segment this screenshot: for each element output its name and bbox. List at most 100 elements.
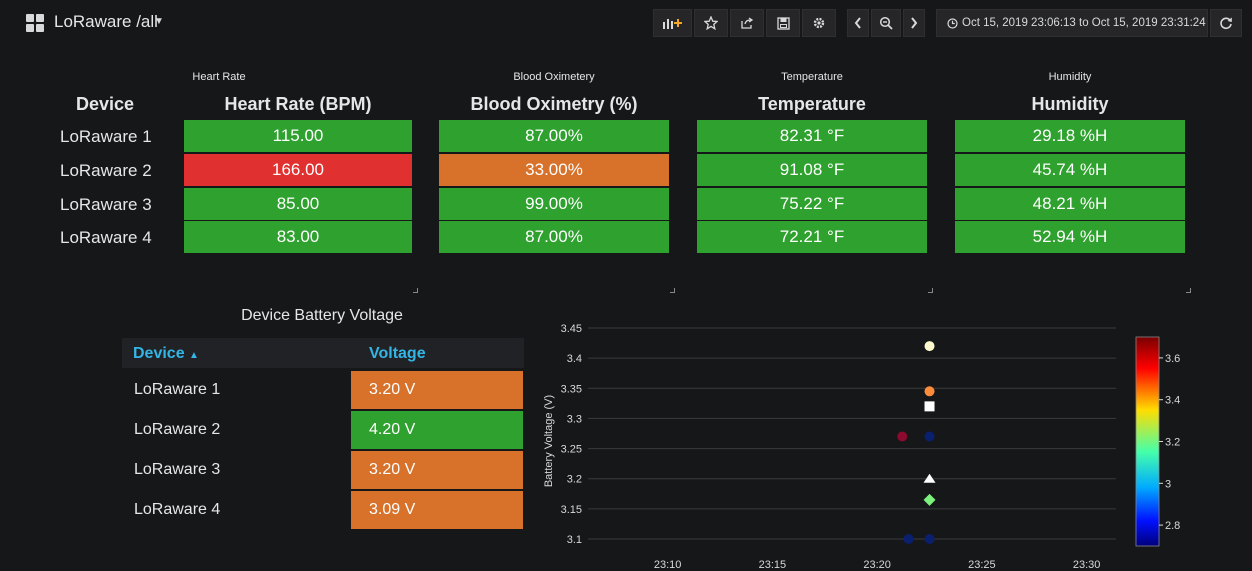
humidity-value: 45.74 %H bbox=[955, 154, 1185, 186]
panel-resize-handle[interactable] bbox=[928, 288, 933, 293]
temperature-value: 75.22 °F bbox=[697, 188, 927, 220]
settings-button[interactable] bbox=[802, 9, 836, 37]
battery-voltage-value: 3.20 V bbox=[351, 451, 523, 489]
star-button[interactable] bbox=[694, 9, 728, 37]
panel-title-blood-oximetery: Blood Oximetery bbox=[513, 71, 595, 83]
scatter-point[interactable] bbox=[924, 386, 935, 397]
zoom-out-icon bbox=[879, 16, 893, 30]
device-header-label: Device bbox=[133, 345, 185, 362]
y-tick-label: 3.2 bbox=[567, 474, 582, 486]
battery-panel-title: Device Battery Voltage bbox=[241, 307, 403, 324]
time-forward-button[interactable] bbox=[903, 9, 925, 37]
y-axis-label: Battery Voltage (V) bbox=[543, 395, 555, 487]
heart-rate-value: 85.00 bbox=[184, 188, 412, 220]
save-button[interactable] bbox=[766, 9, 800, 37]
scatter-point[interactable] bbox=[903, 534, 914, 544]
blood-oximetry-value: 87.00% bbox=[439, 120, 669, 152]
heart-rate-value: 115.00 bbox=[184, 120, 412, 152]
refresh-icon bbox=[1220, 17, 1232, 30]
panel-title-humidity: Humidity bbox=[1048, 71, 1092, 83]
heart-rate-value: 83.00 bbox=[184, 221, 412, 253]
temperature-value: 82.31 °F bbox=[697, 120, 927, 152]
sort-asc-icon: ▲ bbox=[189, 350, 199, 361]
humidity-column-header: Humidity bbox=[1031, 94, 1109, 114]
time-range-picker[interactable]: Oct 15, 2019 23:06:13 to Oct 15, 2019 23… bbox=[936, 9, 1208, 37]
humidity-value: 48.21 %H bbox=[955, 188, 1185, 220]
save-icon bbox=[776, 16, 790, 30]
scatter-point[interactable] bbox=[924, 341, 935, 352]
device-column-header: Device bbox=[75, 94, 135, 114]
battery-device-name: LoRaware 2 bbox=[134, 421, 221, 438]
humidity-value: 29.18 %H bbox=[955, 120, 1185, 152]
voltage-header[interactable]: Voltage bbox=[369, 345, 426, 363]
y-tick-label: 3.15 bbox=[561, 504, 582, 516]
top-navbar: LoRaware /all ▼ Oct 15, 2019 23:06:13 to… bbox=[0, 0, 1252, 46]
device-name: LoRaware 3 bbox=[60, 195, 152, 214]
device-sort-header[interactable]: Device ▲ bbox=[133, 345, 199, 363]
y-tick-label: 3.3 bbox=[567, 413, 582, 425]
share-icon bbox=[741, 17, 754, 29]
scatter-point[interactable] bbox=[923, 493, 936, 506]
chevron-down-icon[interactable]: ▼ bbox=[154, 16, 164, 27]
panel-resize-handle[interactable] bbox=[1186, 288, 1191, 293]
temperature-column-header: Temperature bbox=[758, 94, 866, 114]
add-panel-icon bbox=[662, 19, 682, 29]
x-tick-label: 23:30 bbox=[1073, 559, 1101, 571]
scatter-point[interactable] bbox=[924, 534, 935, 544]
battery-voltage-value: 3.20 V bbox=[351, 371, 523, 409]
device-name: LoRaware 1 bbox=[60, 127, 152, 146]
colorbar bbox=[1135, 336, 1160, 547]
battery-voltage-scatter-chart: 3.45 3.4 3.35 3.3 3.25 3.2 3.15 3.1 23:10 23:15 2… bbox=[543, 323, 1180, 571]
device-name: LoRaware 4 bbox=[60, 228, 152, 247]
colorbar-tick-label: 3.4 bbox=[1165, 395, 1180, 407]
battery-device-name: LoRaware 1 bbox=[134, 381, 221, 398]
scatter-point[interactable] bbox=[924, 401, 935, 412]
clock-icon bbox=[947, 17, 958, 29]
scatter-point[interactable] bbox=[924, 431, 935, 442]
y-tick-label: 3.4 bbox=[567, 353, 582, 365]
battery-device-name: LoRaware 3 bbox=[134, 461, 221, 478]
y-tick-label: 3.45 bbox=[561, 323, 582, 335]
temperature-value: 91.08 °F bbox=[697, 154, 927, 186]
panel-resize-handle[interactable] bbox=[413, 288, 418, 293]
scatter-point[interactable] bbox=[897, 431, 908, 442]
device-name: LoRaware 2 bbox=[60, 161, 152, 180]
gear-icon bbox=[813, 17, 825, 29]
chevron-left-icon bbox=[854, 17, 861, 29]
colorbar-tick-label: 2.8 bbox=[1165, 520, 1180, 532]
share-button[interactable] bbox=[730, 9, 764, 37]
heart-rate-value: 166.00 bbox=[184, 154, 412, 186]
dashboard-grid-icon[interactable] bbox=[26, 14, 44, 32]
y-tick-label: 3.35 bbox=[561, 383, 582, 395]
x-tick-label: 23:10 bbox=[654, 559, 682, 571]
colorbar-tick-label: 3.2 bbox=[1165, 437, 1180, 449]
time-back-button[interactable] bbox=[847, 9, 869, 37]
battery-voltage-value: 3.09 V bbox=[351, 491, 523, 529]
colorbar-tick-label: 3 bbox=[1165, 478, 1171, 490]
blood-oximetry-value: 87.00% bbox=[439, 221, 669, 253]
colorbar-tick-label: 3.6 bbox=[1165, 353, 1180, 365]
dashboard-title[interactable]: LoRaware /all bbox=[54, 12, 158, 32]
star-icon bbox=[704, 16, 718, 30]
panel-title-temperature: Temperature bbox=[781, 71, 843, 83]
blood-oximetry-value: 33.00% bbox=[439, 154, 669, 186]
panel-resize-handle[interactable] bbox=[670, 288, 675, 293]
x-tick-label: 23:25 bbox=[968, 559, 996, 571]
y-tick-label: 3.25 bbox=[561, 444, 582, 456]
temperature-value: 72.21 °F bbox=[697, 221, 927, 253]
heart-rate-column-header: Heart Rate (BPM) bbox=[224, 94, 372, 114]
chevron-right-icon bbox=[911, 17, 918, 29]
zoom-out-button[interactable] bbox=[871, 9, 901, 37]
battery-voltage-value: 4.20 V bbox=[351, 411, 523, 449]
x-tick-label: 23:15 bbox=[759, 559, 787, 571]
add-panel-button[interactable] bbox=[653, 9, 692, 37]
panel-title-heart-rate: Heart Rate bbox=[192, 71, 246, 83]
blood-oximetry-value: 99.00% bbox=[439, 188, 669, 220]
battery-device-name: LoRaware 4 bbox=[134, 501, 221, 518]
blood-oximetry-column-header: Blood Oximetry (%) bbox=[470, 94, 638, 114]
humidity-value: 52.94 %H bbox=[955, 221, 1185, 253]
refresh-button[interactable] bbox=[1210, 9, 1242, 37]
time-range-label: Oct 15, 2019 23:06:13 to Oct 15, 2019 23… bbox=[962, 17, 1206, 29]
y-tick-label: 3.1 bbox=[567, 534, 582, 546]
x-tick-label: 23:20 bbox=[863, 559, 891, 571]
